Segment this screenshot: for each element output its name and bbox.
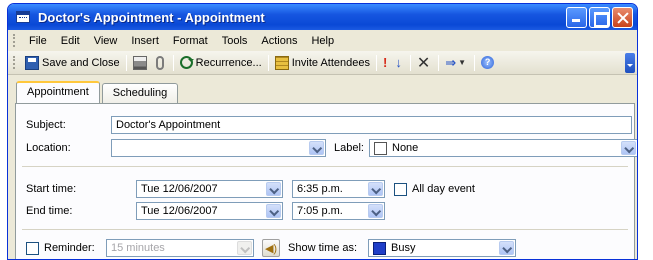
chevron-down-icon: ▼ bbox=[458, 58, 467, 67]
end-date-select[interactable]: Tue 12/06/2007 bbox=[136, 202, 283, 220]
location-combobox[interactable] bbox=[111, 139, 326, 157]
reminder-checkbox[interactable] bbox=[26, 241, 39, 255]
help-icon: ? bbox=[481, 56, 495, 69]
tab-strip: Appointment Scheduling bbox=[16, 81, 180, 103]
importance-high-icon: ! bbox=[382, 55, 388, 70]
toolbar-separator bbox=[375, 54, 377, 71]
delete-button[interactable]: ✕ bbox=[414, 53, 435, 73]
recurrence-label: Recurrence... bbox=[195, 56, 262, 69]
reminder-label: Reminder: bbox=[44, 242, 95, 254]
divider bbox=[22, 166, 628, 167]
print-icon bbox=[132, 55, 147, 70]
menu-insert[interactable]: Insert bbox=[124, 35, 166, 47]
end-date-value: Tue 12/06/2007 bbox=[141, 205, 218, 217]
save-and-close-label: Save and Close bbox=[42, 56, 120, 69]
recurrence-button[interactable]: Recurrence... bbox=[177, 53, 265, 73]
menu-format[interactable]: Format bbox=[166, 35, 215, 47]
toolbar-separator bbox=[267, 54, 269, 71]
menu-view[interactable]: View bbox=[87, 35, 125, 47]
start-time-select[interactable]: 6:35 p.m. bbox=[292, 180, 385, 198]
chevron-down-icon[interactable] bbox=[368, 204, 383, 218]
appointment-pane: Subject: Doctor's Appointment Location: … bbox=[15, 103, 637, 259]
start-date-value: Tue 12/06/2007 bbox=[141, 183, 218, 195]
importance-low-icon: ↓ bbox=[395, 55, 402, 70]
window-title: Doctor's Appointment - Appointment bbox=[38, 9, 265, 25]
delete-icon: ✕ bbox=[416, 54, 431, 72]
subject-input[interactable]: Doctor's Appointment bbox=[111, 116, 632, 134]
toolbar-separator bbox=[172, 54, 174, 71]
invite-attendees-button[interactable]: Invite Attendees bbox=[272, 53, 373, 73]
show-time-as-select[interactable]: Busy bbox=[368, 239, 516, 257]
toolbar-separator bbox=[125, 54, 127, 71]
end-time-select[interactable]: 7:05 p.m. bbox=[292, 202, 385, 220]
invite-attendees-label: Invite Attendees bbox=[291, 56, 370, 69]
title-bar[interactable]: Doctor's Appointment - Appointment bbox=[8, 4, 637, 30]
toolbar-separator bbox=[409, 54, 411, 71]
save-icon bbox=[25, 55, 39, 70]
speaker-icon: ◀) bbox=[264, 242, 278, 255]
standard-toolbar: Save and Close Recurrence... Invite Atte… bbox=[8, 51, 637, 75]
save-and-close-button[interactable]: Save and Close bbox=[22, 53, 123, 73]
chevron-down-icon[interactable] bbox=[266, 182, 281, 196]
label-color-swatch bbox=[374, 141, 387, 155]
importance-high-button[interactable]: ! bbox=[380, 53, 392, 73]
recurrence-icon bbox=[179, 56, 194, 69]
label-select[interactable]: None bbox=[369, 139, 637, 157]
label-label: Label: bbox=[334, 142, 364, 154]
help-button[interactable]: ? bbox=[478, 53, 500, 73]
chevron-down-icon[interactable] bbox=[266, 204, 281, 218]
toolbar-grip[interactable] bbox=[13, 56, 16, 69]
importance-low-button[interactable]: ↓ bbox=[392, 53, 407, 73]
chevron-down-icon[interactable] bbox=[499, 241, 514, 255]
appointment-window: Doctor's Appointment - Appointment File … bbox=[7, 3, 638, 260]
busy-color-swatch bbox=[373, 241, 386, 255]
start-time-label: Start time: bbox=[26, 183, 77, 195]
tab-scheduling[interactable]: Scheduling bbox=[101, 83, 179, 103]
show-time-as-label: Show time as: bbox=[288, 242, 358, 254]
chevron-down-icon[interactable] bbox=[368, 182, 383, 196]
maximize-button[interactable] bbox=[589, 7, 610, 28]
minimize-button[interactable] bbox=[566, 7, 587, 28]
categorize-button[interactable]: ⇒ ▼ bbox=[442, 53, 471, 73]
invite-icon bbox=[274, 55, 289, 70]
menu-actions[interactable]: Actions bbox=[254, 35, 304, 47]
chevron-down-icon[interactable] bbox=[621, 141, 636, 155]
menu-edit[interactable]: Edit bbox=[54, 35, 87, 47]
show-time-as-value: Busy bbox=[391, 242, 416, 254]
subject-label: Subject: bbox=[26, 119, 66, 131]
reminder-select[interactable]: 15 minutes bbox=[106, 239, 254, 257]
toolbar-grip[interactable] bbox=[13, 34, 16, 47]
all-day-label: All day event bbox=[412, 183, 475, 195]
divider bbox=[22, 229, 628, 230]
attach-button[interactable] bbox=[153, 53, 170, 73]
start-time-value: 6:35 p.m. bbox=[297, 183, 343, 195]
toolbar-options-button[interactable] bbox=[625, 53, 635, 73]
print-button[interactable] bbox=[130, 53, 153, 73]
location-label: Location: bbox=[26, 142, 71, 154]
toolbar-separator bbox=[438, 54, 440, 71]
subject-value: Doctor's Appointment bbox=[116, 119, 221, 131]
tab-appointment[interactable]: Appointment bbox=[16, 81, 100, 103]
categorize-icon: ⇒ bbox=[445, 54, 457, 70]
reminder-sound-button[interactable]: ◀) bbox=[262, 239, 280, 257]
chevron-down-icon[interactable] bbox=[309, 141, 324, 155]
end-time-value: 7:05 p.m. bbox=[297, 205, 343, 217]
calendar-icon bbox=[16, 11, 30, 23]
toolbar-separator bbox=[474, 54, 476, 71]
menu-file[interactable]: File bbox=[22, 35, 54, 47]
menu-help[interactable]: Help bbox=[304, 35, 341, 47]
close-button[interactable] bbox=[612, 7, 633, 28]
label-value: None bbox=[392, 142, 419, 154]
all-day-checkbox[interactable] bbox=[394, 182, 407, 196]
attach-icon bbox=[155, 55, 164, 70]
start-date-select[interactable]: Tue 12/06/2007 bbox=[136, 180, 283, 198]
chevron-down-icon[interactable] bbox=[237, 241, 252, 255]
reminder-value: 15 minutes bbox=[111, 242, 165, 254]
end-time-label: End time: bbox=[26, 205, 73, 217]
menu-tools[interactable]: Tools bbox=[215, 35, 255, 47]
menu-bar: File Edit View Insert Format Tools Actio… bbox=[8, 31, 637, 50]
